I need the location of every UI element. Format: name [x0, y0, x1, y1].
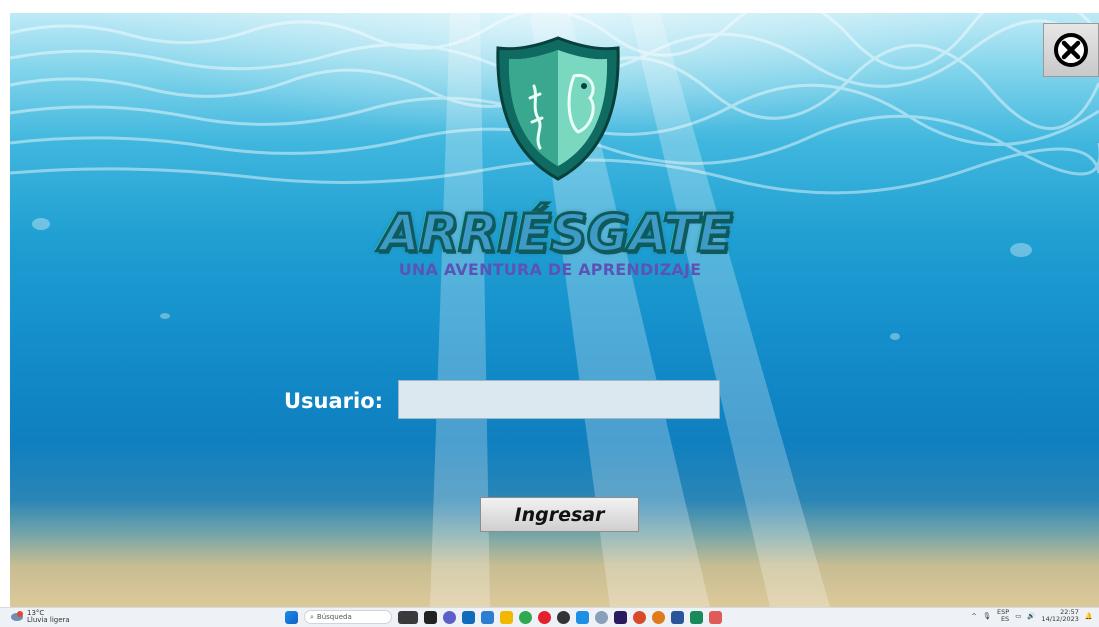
- app-title: ARRIÉSGATE: [379, 204, 735, 264]
- close-button[interactable]: [1043, 23, 1099, 77]
- login-button-label: Ingresar: [514, 503, 605, 526]
- search-icon: ⌕: [310, 612, 314, 621]
- calculator-icon[interactable]: [481, 610, 494, 624]
- search-placeholder: Búsqueda: [316, 613, 352, 621]
- snipping-icon[interactable]: [709, 610, 722, 624]
- app-window: ARRIÉSGATE UNA AVENTURA DE APRENDIZAJE U…: [10, 13, 1099, 607]
- app-blue-icon[interactable]: [576, 610, 589, 624]
- privacy-icon[interactable]: [557, 610, 570, 624]
- weather-desc: Lluvia ligera: [27, 616, 70, 624]
- shield-emblem-icon: [496, 36, 620, 181]
- notification-bell-icon[interactable]: 🔔: [1085, 612, 1093, 620]
- file-explorer-icon[interactable]: [500, 610, 513, 624]
- widget-app-icon[interactable]: [398, 610, 418, 624]
- network-icon[interactable]: ▭: [1015, 612, 1021, 620]
- clock[interactable]: 22:57 14/12/2023: [1041, 609, 1078, 623]
- windows-start-icon[interactable]: [285, 610, 298, 624]
- circle-x-icon: [1054, 33, 1088, 67]
- premiere-icon[interactable]: [614, 610, 627, 624]
- app-subtitle: UNA AVENTURA DE APRENDIZAJE: [398, 260, 702, 279]
- login-button[interactable]: Ingresar: [480, 497, 639, 532]
- bubble: [32, 218, 50, 230]
- download-icon[interactable]: [690, 610, 703, 624]
- chrome-profile-icon[interactable]: [633, 610, 646, 624]
- username-input[interactable]: [398, 380, 720, 419]
- microphone-icon[interactable]: 🎙: [983, 612, 991, 620]
- taskbar-search[interactable]: ⌕ Búsqueda: [304, 610, 392, 624]
- weather-widget[interactable]: 13°C Lluvia ligera: [10, 610, 70, 624]
- rain-cloud-icon: [11, 611, 23, 621]
- system-tray: ^ 🎙 ESP ES ▭ 🔊 22:57 14/12/2023 🔔: [971, 609, 1093, 623]
- language-indicator[interactable]: ESP ES: [997, 609, 1009, 623]
- tray-region: ES: [1000, 615, 1010, 623]
- bubble: [160, 313, 170, 319]
- mail-icon[interactable]: [462, 610, 475, 624]
- task-view-icon[interactable]: [424, 610, 437, 624]
- bubble: [890, 333, 900, 340]
- username-label: Usuario:: [284, 389, 384, 413]
- opera-icon[interactable]: [538, 610, 551, 624]
- title-block: ARRIÉSGATE UNA AVENTURA DE APRENDIZAJE: [379, 204, 735, 280]
- chevron-up-icon[interactable]: ^: [971, 612, 976, 620]
- word-icon[interactable]: [671, 610, 684, 624]
- clock-date: 14/12/2023: [1041, 615, 1079, 623]
- chrome-icon[interactable]: [519, 610, 532, 624]
- chat-icon[interactable]: [443, 610, 456, 624]
- taskbar-apps: ⌕ Búsqueda: [285, 610, 722, 624]
- app-grey-icon[interactable]: [595, 610, 608, 624]
- taskbar: 13°C Lluvia ligera ⌕ Búsqueda ^ 🎙 ESP ES…: [0, 607, 1099, 627]
- bubble: [1010, 243, 1032, 257]
- volume-icon[interactable]: 🔊: [1027, 612, 1035, 620]
- chrome-profile-2-icon[interactable]: [652, 610, 665, 624]
